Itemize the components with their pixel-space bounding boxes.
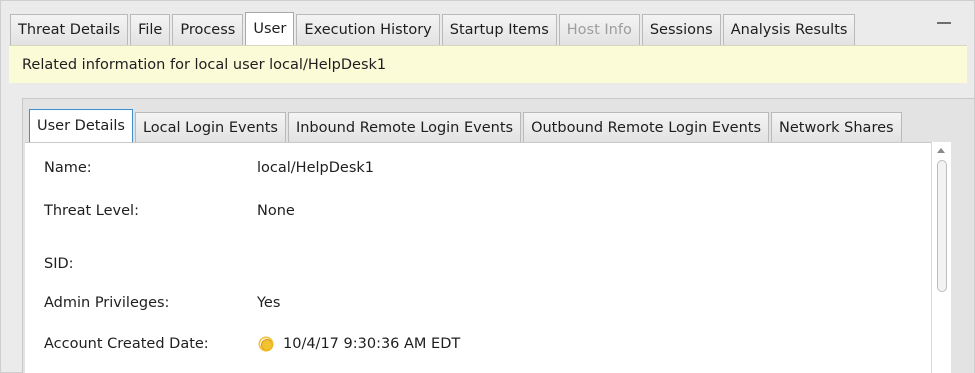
user-window: Threat Details File Process User Executi… (0, 0, 975, 373)
detail-value-with-icon: 10/4/17 9:30:36 AM EDT (257, 335, 460, 353)
detail-label: Account Created Date: (44, 336, 209, 352)
scroll-up-arrow-icon[interactable] (937, 148, 946, 154)
tab-threat-details[interactable]: Threat Details (10, 14, 129, 45)
account-created-date-value: 10/4/17 9:30:36 AM EDT (283, 336, 461, 352)
scroll-thumb[interactable] (937, 160, 947, 292)
detail-label: SID: (44, 256, 74, 272)
detail-row-name: Name: local/HelpDesk1 (44, 157, 374, 179)
tab-sessions[interactable]: Sessions (641, 14, 721, 45)
detail-row-sid: SID: (44, 253, 257, 275)
detail-row-account-created-date: Account Created Date: 10/4/17 9:30:36 AM… (44, 333, 460, 355)
tab-inbound-remote-login-events[interactable]: Inbound Remote Login Events (287, 112, 522, 142)
detail-row-admin-privileges: Admin Privileges: Yes (44, 292, 280, 314)
detail-label: Name: (44, 160, 92, 176)
tab-user[interactable]: User (245, 12, 295, 45)
detail-value: Yes (257, 295, 281, 311)
tab-network-shares[interactable]: Network Shares (771, 112, 902, 142)
tab-user-details[interactable]: User Details (29, 109, 133, 142)
tab-startup-items[interactable]: Startup Items (441, 14, 557, 45)
detail-label: Threat Level: (44, 203, 139, 219)
sun-icon (257, 335, 275, 353)
top-tab-bar: Threat Details File Process User Executi… (10, 12, 857, 45)
detail-value: None (257, 203, 295, 219)
banner-text: Related information for local user local… (22, 56, 387, 73)
tab-analysis-results[interactable]: Analysis Results (722, 14, 856, 45)
tab-file[interactable]: File (130, 14, 171, 45)
tab-local-login-events[interactable]: Local Login Events (134, 112, 286, 142)
detail-value: local/HelpDesk1 (257, 160, 374, 176)
tab-execution-history[interactable]: Execution History (296, 14, 440, 45)
inner-tab-bar: User Details Local Login Events Inbound … (29, 109, 904, 142)
detail-row-threat-level: Threat Level: None (44, 200, 295, 222)
user-details-panel: User Details Local Login Events Inbound … (22, 98, 974, 373)
info-banner: Related information for local user local… (9, 45, 967, 83)
details-content: Name: local/HelpDesk1 Threat Level: None… (25, 142, 931, 373)
tab-outbound-remote-login-events[interactable]: Outbound Remote Login Events (523, 112, 770, 142)
tab-process[interactable]: Process (172, 14, 244, 45)
vertical-scrollbar[interactable] (931, 142, 951, 373)
minimize-icon[interactable] (936, 15, 952, 29)
tab-host-info: Host Info (558, 14, 640, 45)
detail-label: Admin Privileges: (44, 295, 170, 311)
